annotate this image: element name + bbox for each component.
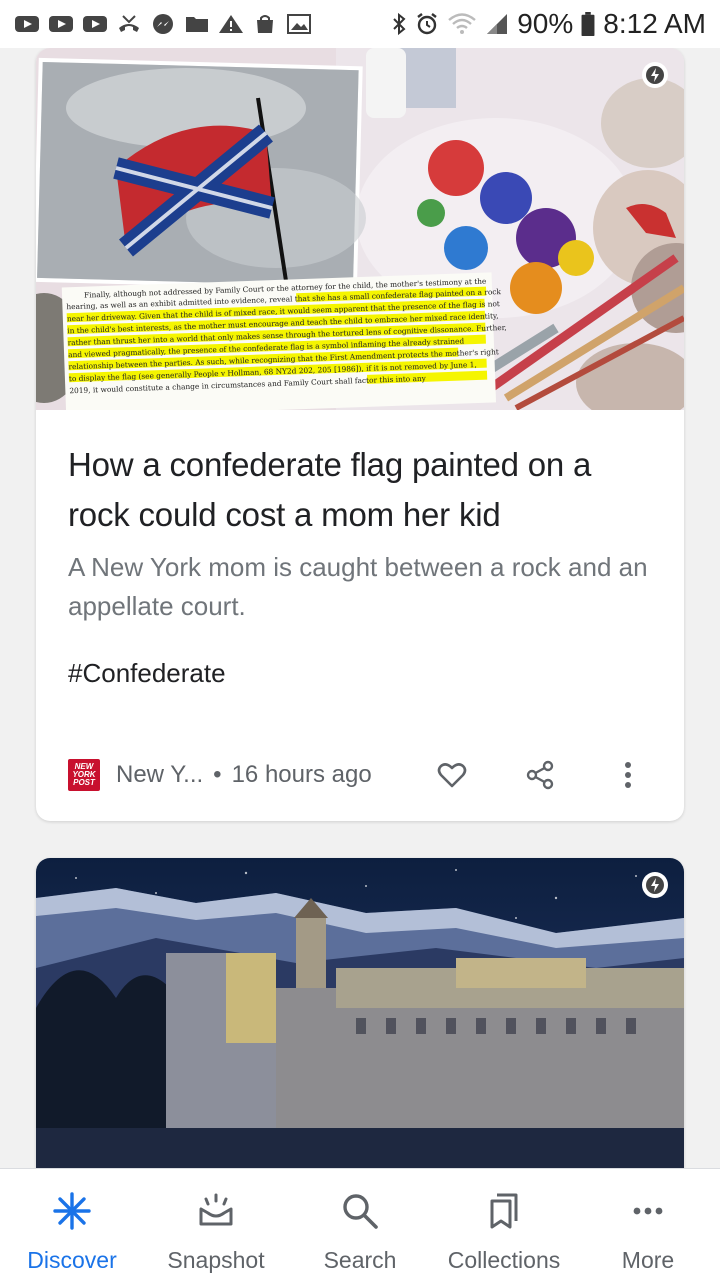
collections-icon: [490, 1193, 518, 1229]
notification-icons: [14, 13, 312, 35]
discover-icon: [53, 1192, 91, 1230]
story-actions: [388, 753, 652, 797]
story-footer: NEW YORK POST New Y... • 16 hours ago: [68, 753, 652, 797]
warning-icon: [218, 13, 244, 35]
status-bar: 90% 8:12 AM: [0, 0, 720, 48]
wifi-icon: [448, 13, 476, 34]
search-icon: [343, 1194, 378, 1229]
gallery-icon: [286, 13, 312, 35]
more-vertical-icon: [625, 762, 631, 788]
story-text[interactable]: How a confederate flag painted on a rock…: [36, 410, 684, 689]
like-button[interactable]: [428, 753, 476, 797]
story-headline[interactable]: How a confederate flag painted on a rock…: [68, 440, 652, 540]
signal-icon: [487, 14, 508, 34]
more-options-button[interactable]: [604, 753, 652, 797]
amp-badge: [642, 62, 668, 88]
alarm-icon: [417, 13, 437, 35]
nav-label: Snapshot: [167, 1247, 265, 1273]
story-hashtag[interactable]: #Confederate: [68, 658, 652, 689]
amp-badge: [642, 872, 668, 898]
system-status: 90% 8:12 AM: [391, 8, 706, 40]
youtube-icon: [82, 13, 108, 35]
folder-icon: [184, 13, 210, 35]
youtube-icon: [14, 13, 40, 35]
story-card[interactable]: Finally, although not addressed by Famil…: [36, 48, 684, 821]
nav-discover[interactable]: Discover: [7, 1189, 137, 1274]
nav-label: More: [621, 1247, 675, 1273]
bottom-navigation: Discover Snapshot Search Collections Mor…: [0, 1168, 720, 1280]
publisher-logo: NEW YORK POST: [68, 759, 100, 791]
nav-more[interactable]: More: [583, 1189, 713, 1274]
story-summary: A New York mom is caught between a rock …: [68, 552, 648, 621]
nav-search[interactable]: Search: [295, 1189, 425, 1274]
heart-icon: [437, 763, 467, 788]
lightning-icon: [646, 876, 664, 894]
nav-label: Search: [323, 1247, 397, 1273]
youtube-icon: [48, 13, 74, 35]
bluetooth-icon: [393, 12, 406, 36]
nav-collections[interactable]: Collections: [439, 1189, 569, 1274]
publisher-name[interactable]: New Y...: [116, 761, 203, 789]
story-timestamp: 16 hours ago: [231, 761, 372, 788]
lightning-icon: [646, 66, 664, 84]
story-image[interactable]: Finally, although not addressed by Famil…: [36, 48, 684, 410]
separator-dot: •: [213, 761, 222, 788]
battery-percent: 90%: [517, 8, 574, 39]
battery-icon: [581, 12, 595, 36]
more-horizontal-icon: [633, 1207, 663, 1215]
nav-label: Discover: [27, 1247, 117, 1273]
share-icon: [526, 760, 554, 790]
clock: 8:12 AM: [603, 8, 706, 39]
snapshot-icon: [199, 1193, 233, 1226]
shopping-bag-icon: [252, 13, 278, 35]
share-button[interactable]: [516, 753, 564, 797]
nav-label: Collections: [447, 1247, 561, 1273]
story-card[interactable]: [36, 858, 684, 1168]
story-image[interactable]: [36, 858, 684, 1168]
missed-call-icon: [116, 13, 142, 35]
messenger-icon: [150, 13, 176, 35]
nav-snapshot[interactable]: Snapshot: [151, 1189, 281, 1274]
discover-feed[interactable]: Finally, although not addressed by Famil…: [0, 48, 720, 1168]
